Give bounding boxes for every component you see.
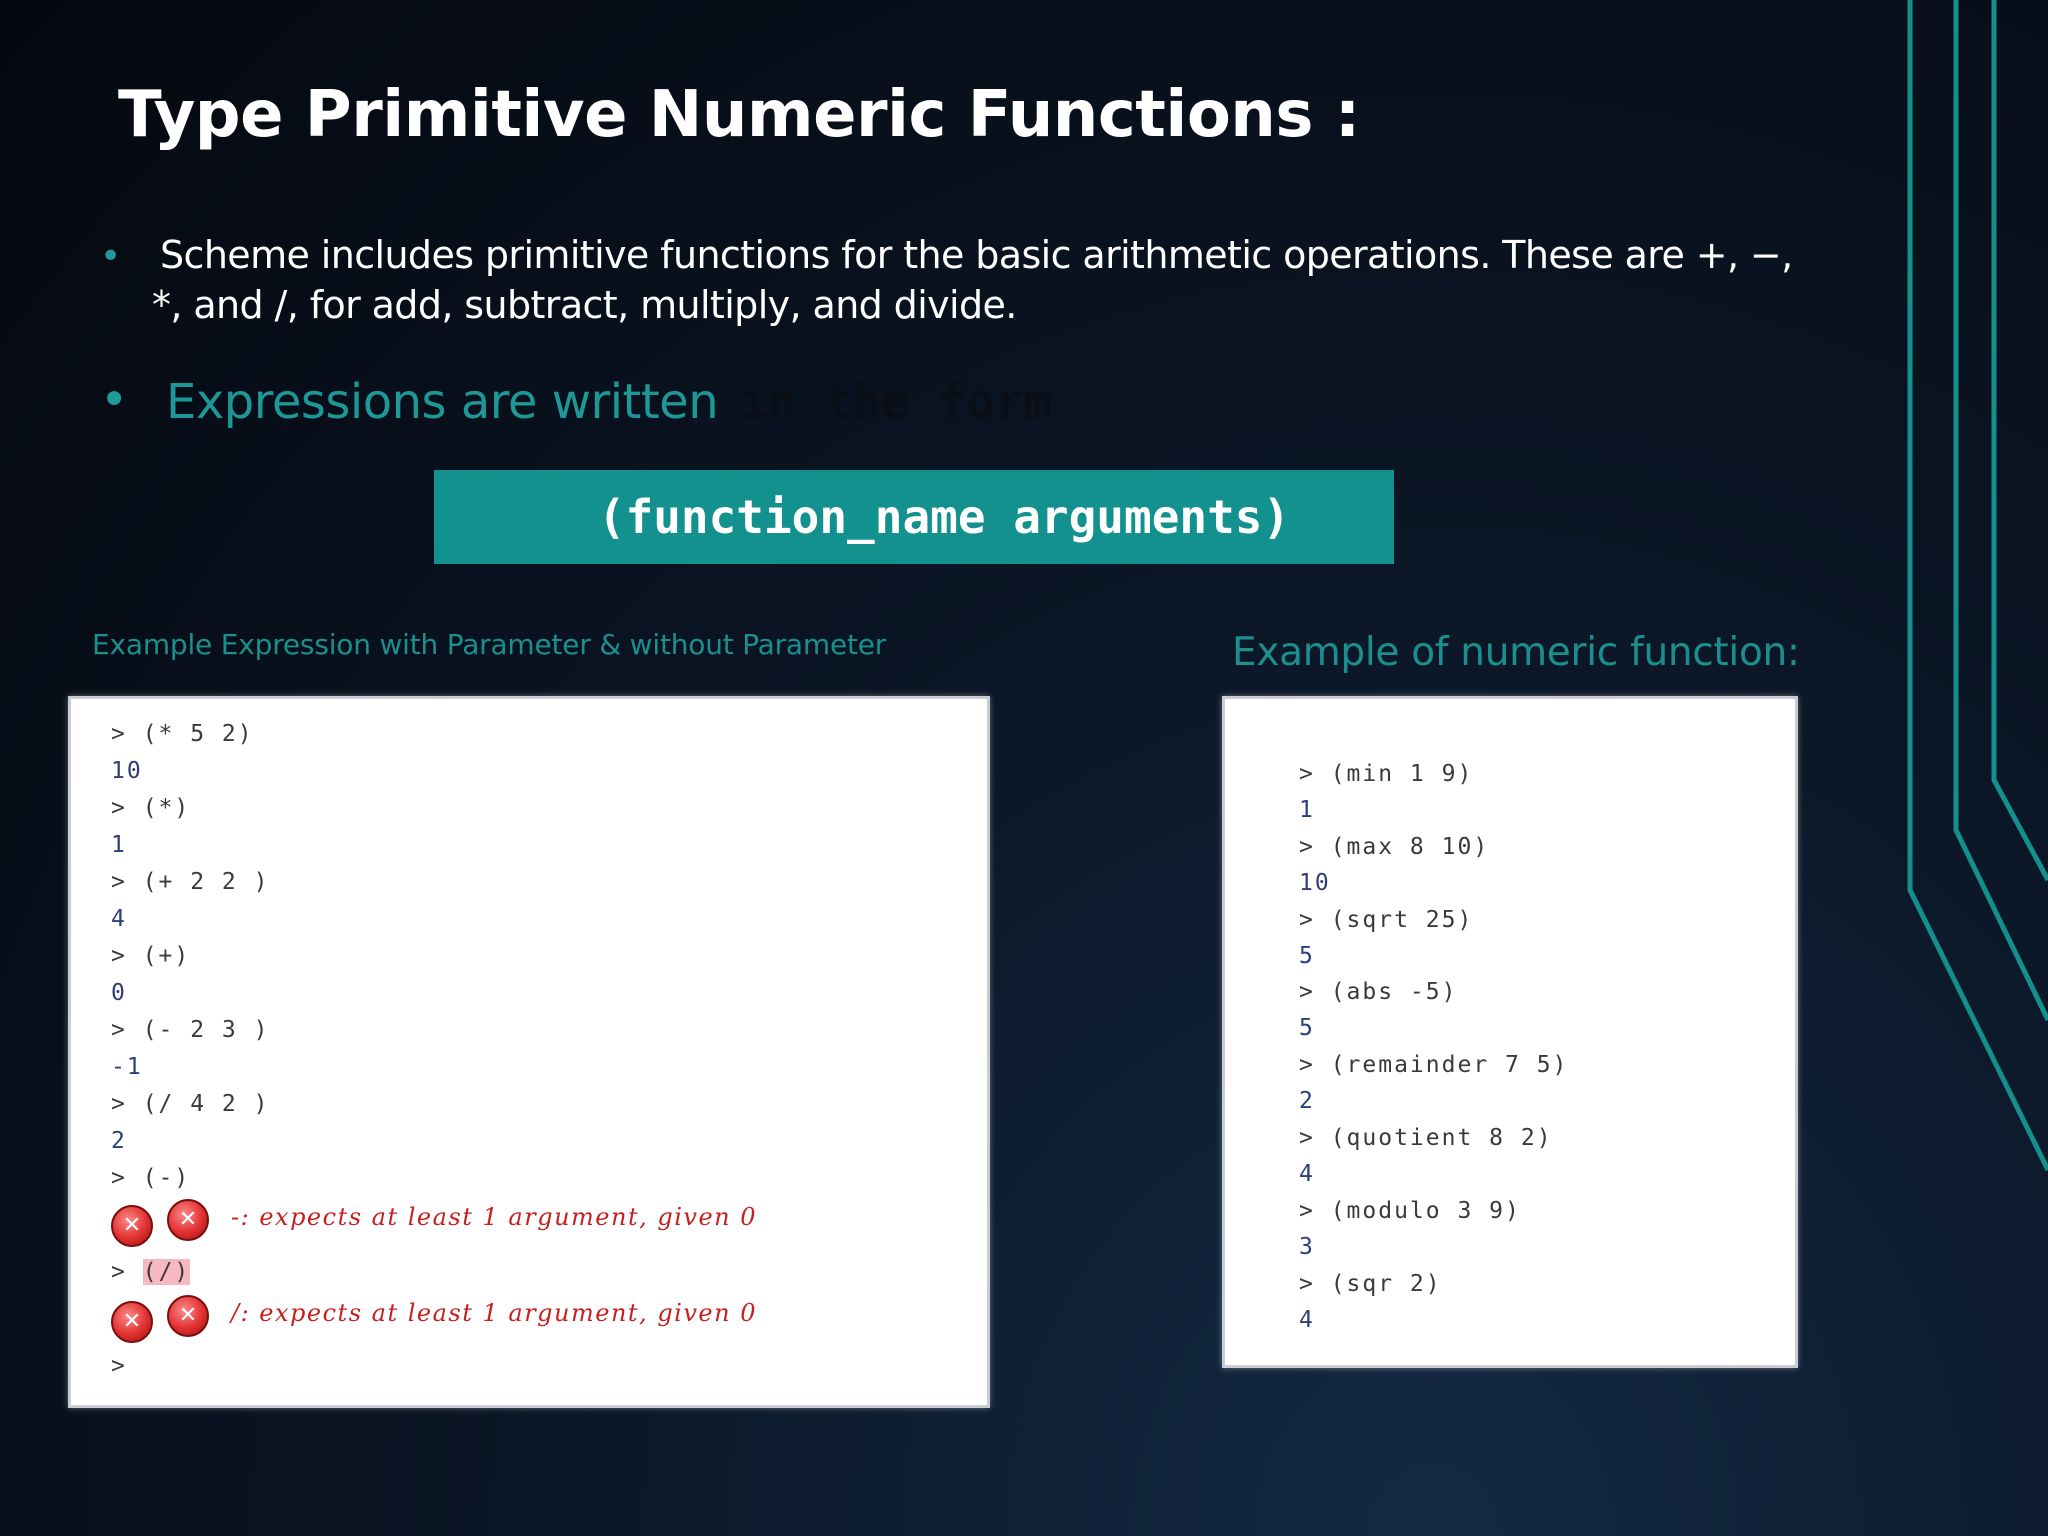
code-line: > (quotient 8 2) [1299,1125,1553,1151]
error-row: ✕ ✕ -: expects at least 1 argument, give… [111,1197,951,1247]
code-line: -1 [111,1054,143,1080]
error-x-icon: ✕ [111,1301,153,1343]
bullet-expressions: Expressions are written in the form [166,374,1052,430]
bullet-marker: • [100,372,129,428]
code-line: > (/) [111,1259,191,1285]
left-code-panel: > (* 5 2) 10 > (*) 1 > (+ 2 2 ) 4 > (+) … [68,696,990,1408]
code-line: > [111,1353,127,1379]
code-line: 10 [111,758,143,784]
code-line: > (/ 4 2 ) [111,1091,270,1117]
code-line: 4 [1299,1161,1315,1187]
syntax-box: (function_name arguments) [434,470,1394,564]
syntax-text: (function_name arguments) [597,490,1291,544]
code-line: > (min 1 9) [1299,761,1474,787]
code-line: > (+) [111,943,191,969]
code-line: > (sqrt 25) [1299,907,1474,933]
code-line: > (* 5 2) [111,721,254,747]
code-line: > (modulo 3 9) [1299,1198,1521,1224]
bullet-marker: • [100,236,122,277]
error-row: ✕ ✕ /: expects at least 1 argument, give… [111,1293,951,1343]
caption-left: Example Expression with Parameter & with… [92,628,887,661]
error-message: -: expects at least 1 argument, given 0 [231,1203,757,1231]
highlighted-expression: (/) [142,1259,191,1285]
slide-title: Type Primitive Numeric Functions : [118,78,1360,152]
bullet-arithmetic-line1: Scheme includes primitive functions for … [160,233,1793,277]
bullet-expressions-faded: in the form [738,374,1052,430]
code-line: > (-) [111,1165,191,1191]
right-code-panel: > (min 1 9) 1 > (max 8 10) 10 > (sqrt 25… [1222,696,1798,1368]
code-line: 5 [1299,943,1315,969]
code-line: 0 [111,980,127,1006]
bullet-arithmetic: Scheme includes primitive functions for … [152,230,1800,330]
error-x-icon: ✕ [167,1295,209,1337]
code-line: > (remainder 7 5) [1299,1052,1569,1078]
code-line: 1 [1299,797,1315,823]
code-line: > (- 2 3 ) [111,1017,270,1043]
code-line: 5 [1299,1015,1315,1041]
error-message: /: expects at least 1 argument, given 0 [231,1299,757,1327]
code-line: 2 [1299,1088,1315,1114]
code-line: > (*) [111,795,191,821]
caption-right: Example of numeric function: [1232,630,1800,675]
prompt: > [111,1259,127,1285]
error-x-icon: ✕ [111,1205,153,1247]
code-line: > (sqr 2) [1299,1271,1442,1297]
code-line: > (max 8 10) [1299,834,1490,860]
error-x-icon: ✕ [167,1199,209,1241]
bullet-arithmetic-line2: *, and /, for add, subtract, multiply, a… [152,283,1017,327]
code-line: 4 [1299,1307,1315,1333]
code-line: 2 [111,1128,127,1154]
code-line: 4 [111,906,127,932]
code-line: 10 [1299,870,1331,896]
bullet-expressions-text: Expressions are written [166,374,719,430]
code-line: 1 [111,832,127,858]
code-line: > (+ 2 2 ) [111,869,270,895]
code-line: > (abs -5) [1299,979,1458,1005]
code-line: 3 [1299,1234,1315,1260]
